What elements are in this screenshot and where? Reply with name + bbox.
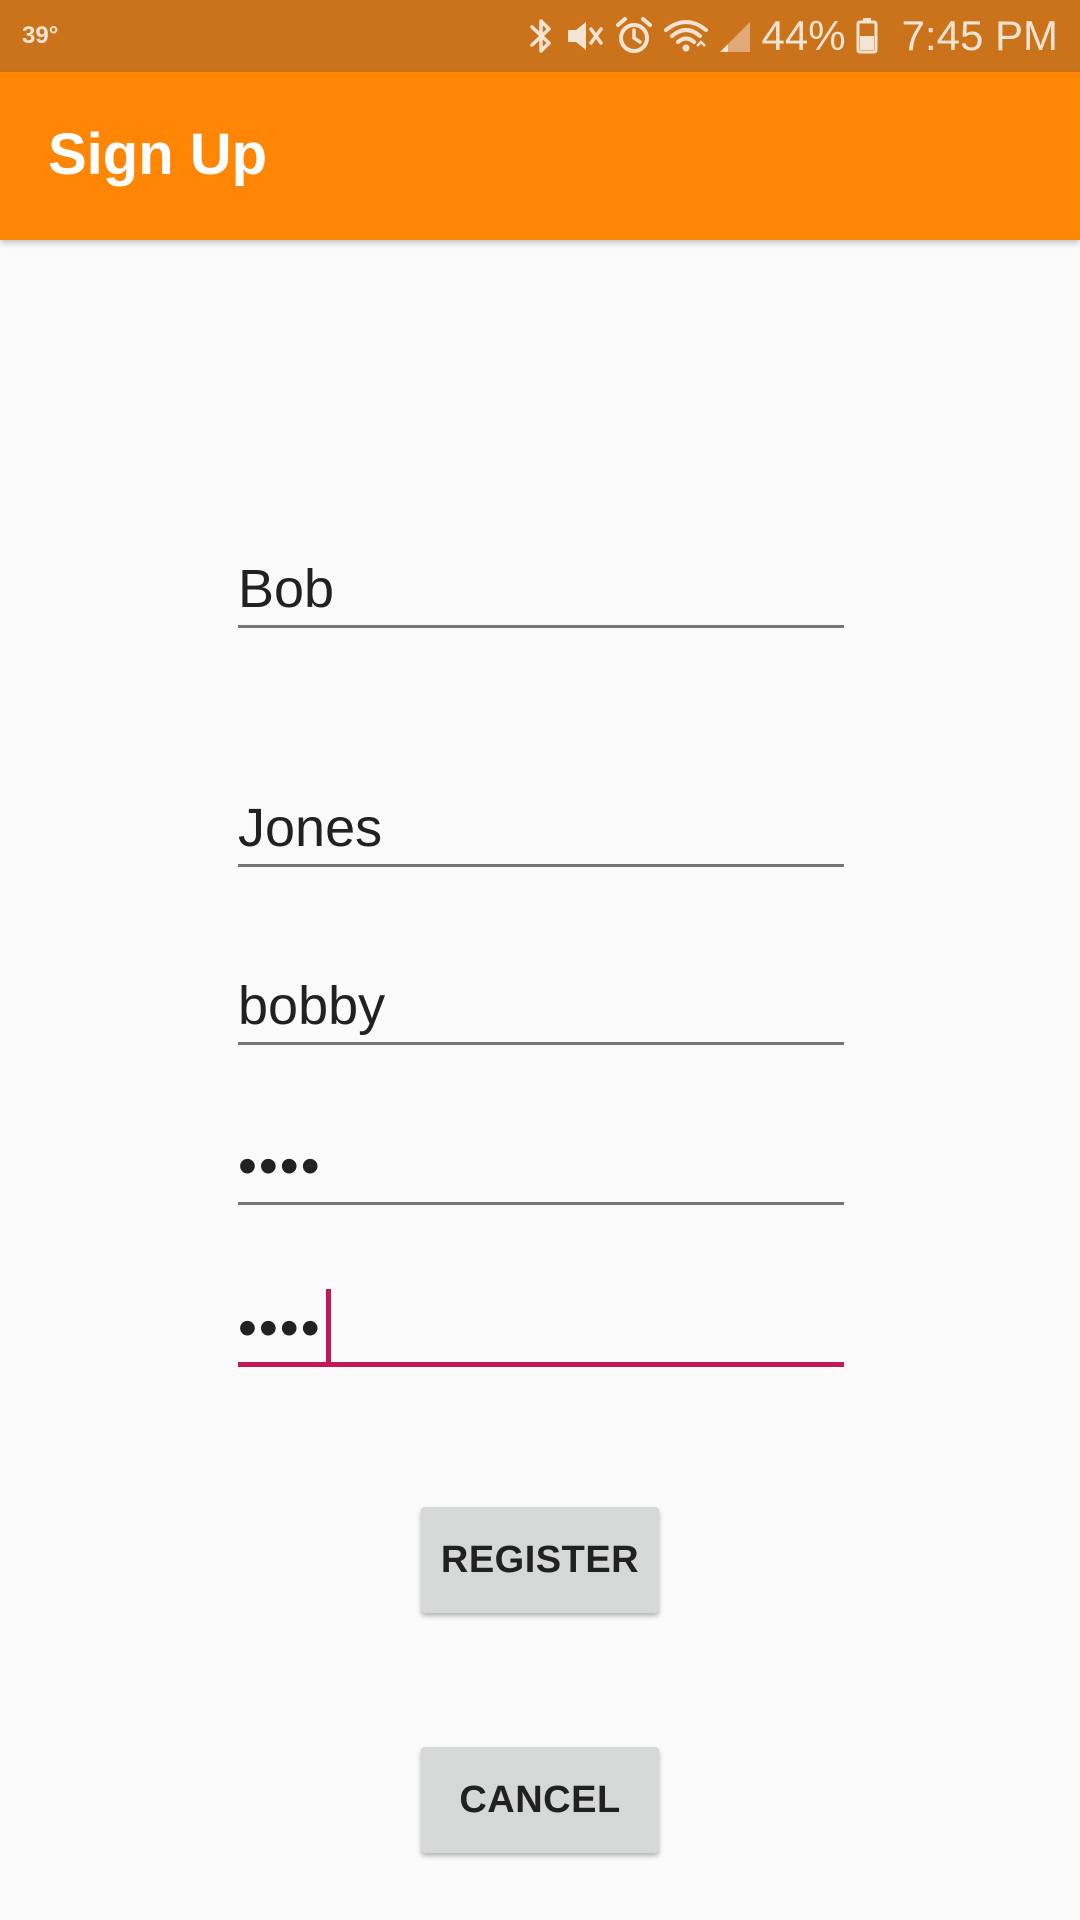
bluetooth-icon <box>528 10 554 62</box>
password-value: •••• <box>238 1136 322 1196</box>
last-name-field[interactable]: Jones <box>238 787 844 867</box>
wifi-icon <box>663 10 708 62</box>
password-underline <box>238 1202 844 1205</box>
first-name-underline <box>238 625 844 628</box>
page-title: Sign Up <box>48 122 268 187</box>
battery-icon <box>856 10 878 62</box>
username-value: bobby <box>238 976 386 1036</box>
password-field[interactable]: •••• <box>238 1125 844 1205</box>
alarm-icon <box>614 10 654 62</box>
text-cursor <box>325 1289 331 1363</box>
confirm-password-value: •••• <box>238 1298 322 1358</box>
status-icons: 44% 7:45 PM <box>528 10 1058 62</box>
last-name-value: Jones <box>238 798 383 858</box>
vibrate-mute-icon <box>564 10 604 62</box>
first-name-value: Bob <box>238 559 335 619</box>
status-time: 7:45 PM <box>901 12 1058 59</box>
battery-percentage: 44% <box>761 12 846 59</box>
confirm-password-field[interactable]: •••• <box>238 1287 844 1367</box>
weather-temperature: 39° <box>22 22 59 49</box>
confirm-password-content: •••• <box>238 1281 331 1363</box>
last-name-underline <box>238 864 844 867</box>
register-button[interactable]: REGISTER <box>421 1507 659 1613</box>
cancel-button[interactable]: CANCEL <box>421 1747 659 1853</box>
username-underline <box>238 1042 844 1045</box>
username-field[interactable]: bobby <box>238 965 844 1045</box>
cell-signal-icon <box>718 10 752 62</box>
confirm-password-underline <box>238 1362 844 1367</box>
app-bar: Sign Up <box>0 72 1080 240</box>
first-name-field[interactable]: Bob <box>238 548 844 628</box>
status-bar: 39° 44% 7:45 PM <box>0 0 1080 72</box>
